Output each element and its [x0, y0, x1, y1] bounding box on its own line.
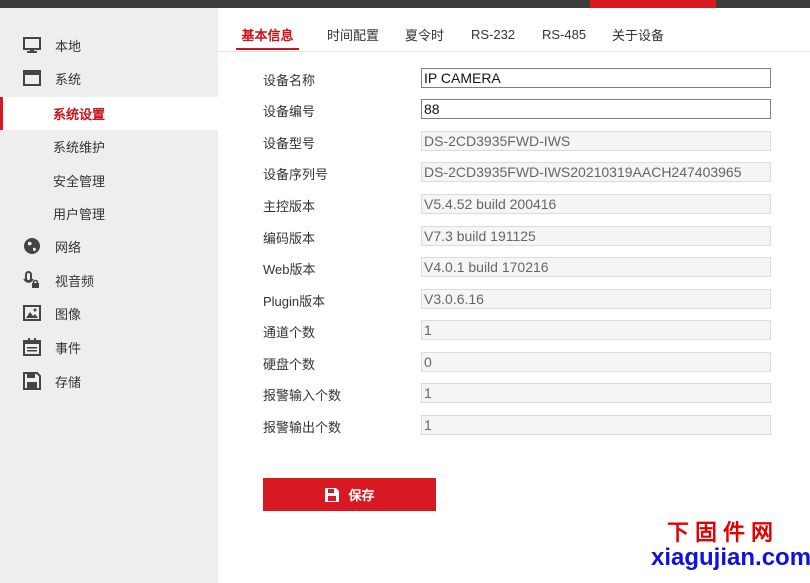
monitor-icon	[23, 37, 41, 53]
sidebar-item-storage[interactable]: 存储	[0, 365, 218, 398]
sidebar-item-system-maintenance[interactable]: 系统维护	[0, 130, 218, 163]
sidebar-item-user-management[interactable]: 用户管理	[0, 197, 218, 230]
alarm-input-count-field	[421, 383, 771, 403]
watermark-chinese: 下固件网	[667, 520, 780, 545]
save-button-label: 保存	[348, 488, 375, 503]
sidebar-item-security-management[interactable]: 安全管理	[0, 164, 218, 197]
sidebar-item-label: 系统维护	[53, 140, 106, 155]
sidebar-item-label: 视音频	[55, 274, 95, 289]
sidebar-item-label: 系统	[55, 72, 82, 87]
tab-rs232[interactable]: RS-232	[471, 8, 515, 50]
microphone-camera-icon	[23, 271, 39, 288]
sidebar-item-event[interactable]: 事件	[0, 331, 218, 364]
alarm-input-count-label: 报警输入个数	[263, 388, 342, 403]
sidebar-item-label: 网络	[55, 240, 82, 255]
encoding-version-field	[421, 226, 771, 246]
tab-label: 夏令时	[405, 28, 445, 43]
tab-label: RS-485	[542, 27, 587, 42]
sidebar-item-network[interactable]: 网络	[0, 230, 218, 263]
watermark-url: xiagujian.com	[651, 544, 810, 571]
sidebar-item-label: 事件	[55, 341, 82, 356]
tab-rs485[interactable]: RS-485	[542, 8, 586, 50]
device-number-label: 设备编号	[263, 104, 316, 119]
calendar-icon	[23, 338, 41, 356]
firmware-version-field	[421, 194, 771, 214]
sidebar-item-system-settings[interactable]: 系统设置	[0, 97, 218, 130]
plugin-version-field	[421, 289, 771, 309]
tab-label: 时间配置	[327, 28, 380, 43]
hdd-count-field	[421, 352, 771, 372]
tab-bar: 基本信息 时间配置 夏令时 RS-232 RS-485 关于设备	[218, 8, 810, 52]
serial-number-label: 设备序列号	[263, 167, 329, 182]
floppy-disk-icon	[23, 372, 41, 390]
sidebar-item-video-audio[interactable]: 视音频	[0, 264, 218, 297]
alarm-output-count-field	[421, 415, 771, 435]
top-bar-accent	[590, 0, 716, 8]
device-number-input[interactable]	[421, 99, 771, 119]
sidebar-item-local[interactable]: 本地	[0, 29, 218, 62]
hdd-count-label: 硬盘个数	[263, 357, 316, 372]
web-version-field	[421, 257, 771, 277]
sidebar-item-label: 图像	[55, 307, 82, 322]
sidebar-item-label: 存储	[55, 375, 82, 390]
device-model-field	[421, 131, 771, 151]
floppy-disk-icon	[325, 487, 340, 502]
encoding-version-label: 编码版本	[263, 231, 316, 246]
sidebar-item-label: 本地	[55, 39, 82, 54]
tab-basic-info[interactable]: 基本信息	[236, 8, 299, 50]
sidebar-item-image[interactable]: 图像	[0, 297, 218, 330]
firmware-version-label: 主控版本	[263, 199, 316, 214]
tab-label: 关于设备	[612, 28, 665, 43]
alarm-output-count-label: 报警输出个数	[263, 420, 342, 435]
device-name-label: 设备名称	[263, 73, 316, 88]
save-button[interactable]: 保存	[263, 478, 436, 511]
sidebar-item-label: 用户管理	[53, 207, 106, 222]
serial-number-field	[421, 162, 771, 182]
tab-dst[interactable]: 夏令时	[405, 8, 444, 50]
top-bar	[0, 0, 810, 8]
web-version-label: Web版本	[263, 262, 316, 277]
window-icon	[23, 70, 41, 86]
image-icon	[23, 305, 41, 321]
sidebar-item-label: 系统设置	[53, 107, 106, 122]
device-model-label: 设备型号	[263, 136, 316, 151]
device-name-input[interactable]	[421, 68, 771, 88]
sidebar-item-system[interactable]: 系统	[0, 62, 218, 95]
sidebar: 本地 系统 系统设置 系统维护 安全管理 用户管理 网络 视音频 图像 事件 存…	[0, 8, 218, 583]
sidebar-item-label: 安全管理	[53, 174, 106, 189]
plugin-version-label: Plugin版本	[263, 294, 326, 309]
channel-count-field	[421, 320, 771, 340]
globe-icon	[24, 238, 40, 254]
tab-label: 基本信息	[241, 28, 294, 43]
tab-about-device[interactable]: 关于设备	[612, 8, 664, 50]
tab-label: RS-232	[471, 27, 516, 42]
tab-time-config[interactable]: 时间配置	[327, 8, 379, 50]
channel-count-label: 通道个数	[263, 325, 316, 340]
